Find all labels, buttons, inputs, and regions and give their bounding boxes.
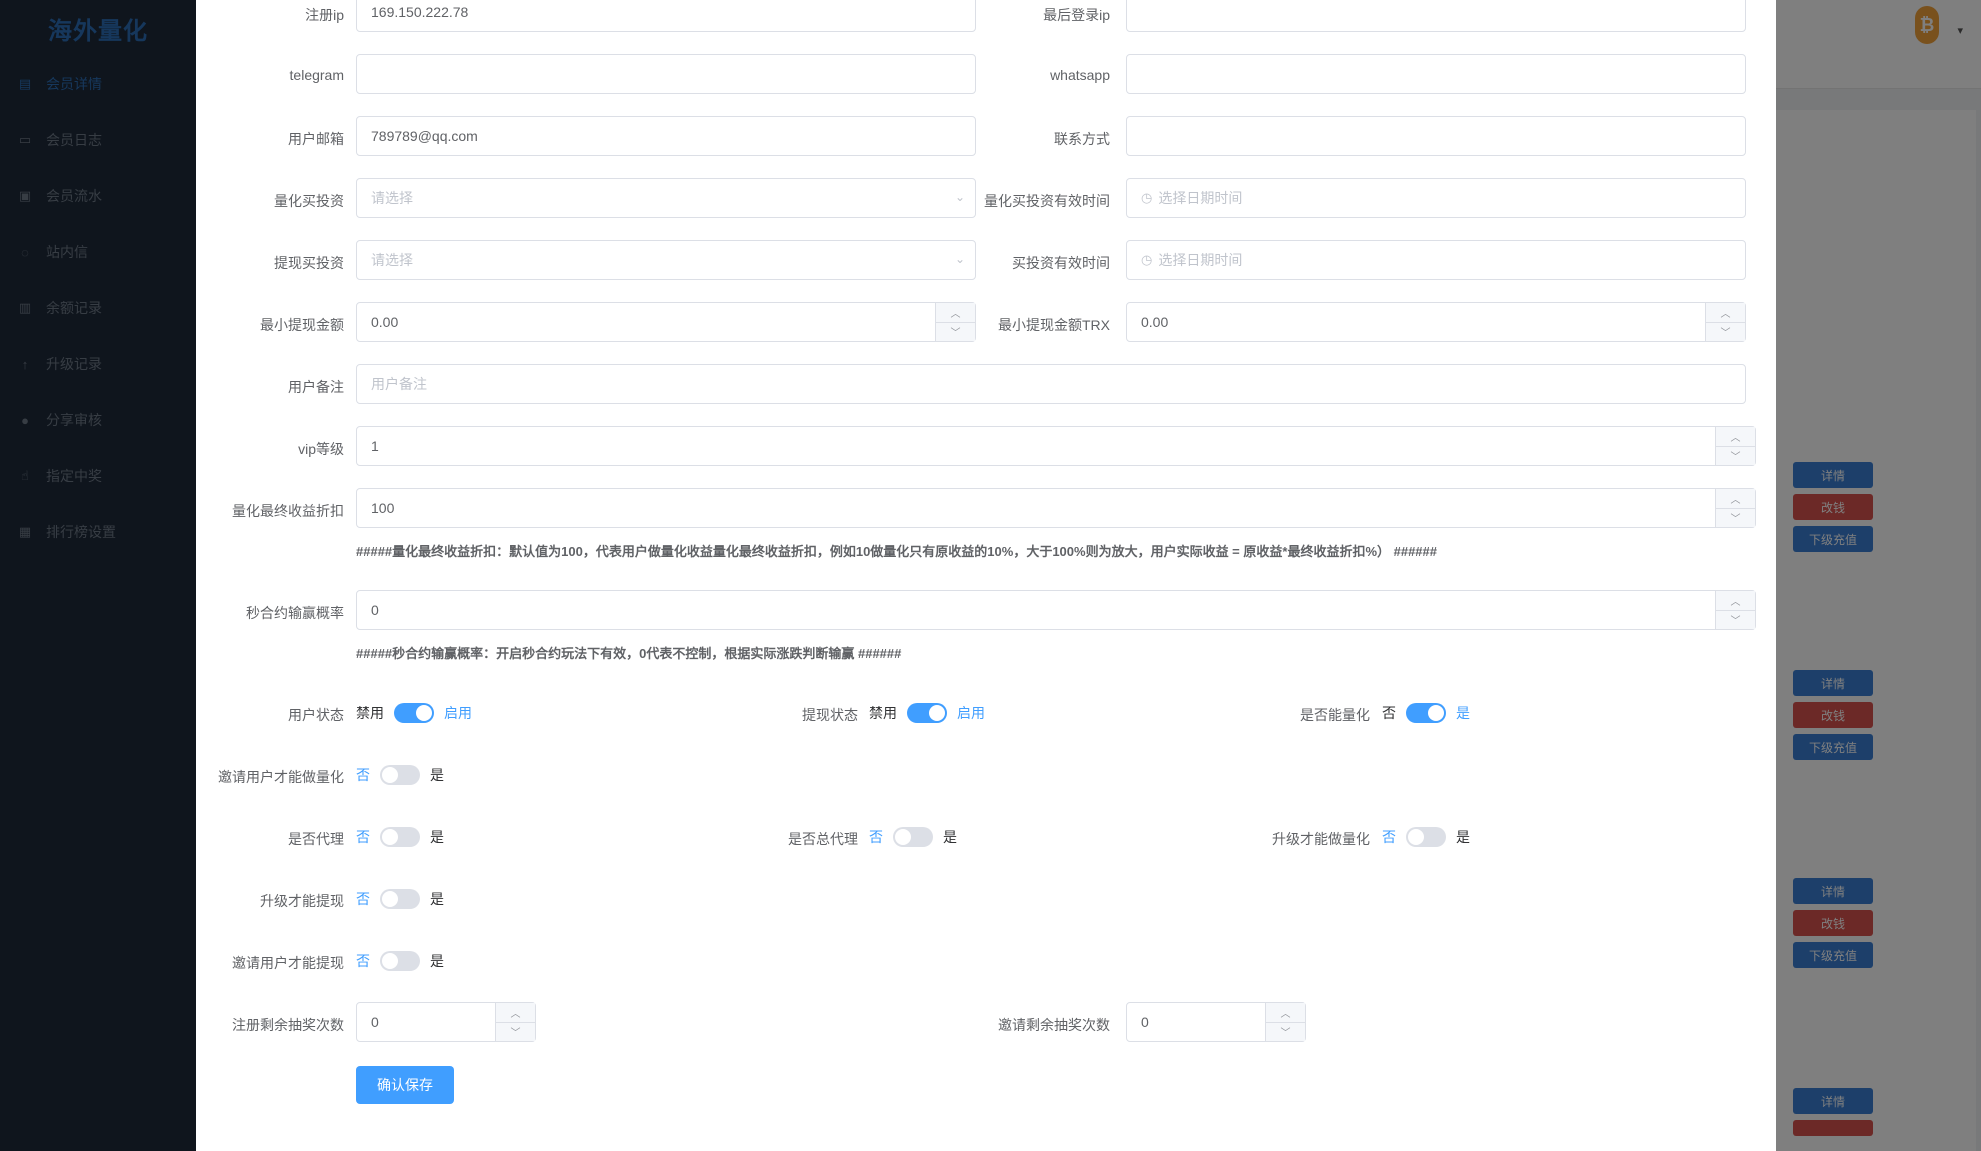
- increase-icon: ︿: [496, 1003, 535, 1023]
- save-button[interactable]: 确认保存: [356, 1066, 454, 1104]
- is-agent-label: 是否代理: [288, 831, 344, 847]
- toggle-switch[interactable]: [380, 951, 420, 971]
- upgrade-quant-label: 升级才能做量化: [1272, 831, 1370, 847]
- toggle-switch[interactable]: [394, 703, 434, 723]
- remark-input[interactable]: 用户备注: [356, 364, 1746, 404]
- increase-icon: ︿: [1716, 489, 1755, 509]
- register-draws-input[interactable]: 0 ︿ ﹀: [356, 1002, 536, 1042]
- decrease-icon: ﹀: [1730, 452, 1741, 464]
- number-stepper[interactable]: ︿ ﹀: [1715, 427, 1755, 465]
- upgrade-quant-switch[interactable]: 否 是: [1382, 827, 1470, 847]
- increase-icon: ︿: [1266, 1003, 1305, 1023]
- decrease-icon: ﹀: [1730, 514, 1741, 526]
- contract-rate-input[interactable]: 0 ︿ ﹀: [356, 590, 1756, 630]
- invest-time-picker[interactable]: ◷ 选择日期时间: [1126, 240, 1746, 280]
- telegram-input[interactable]: [356, 54, 976, 94]
- decrease-icon: ﹀: [1280, 1028, 1291, 1040]
- number-stepper[interactable]: ︿ ﹀: [1715, 591, 1755, 629]
- remark-label: 用户备注: [288, 379, 344, 395]
- can-quant-label: 是否能量化: [1300, 707, 1370, 723]
- withdraw-invest-label: 提现买投资: [274, 255, 344, 271]
- toggle-switch[interactable]: [380, 889, 420, 909]
- contract-rate-hint: #####秒合约输赢概率：开启秒合约玩法下有效，0代表不控制，根据实际涨跌判断输…: [356, 646, 902, 661]
- number-stepper[interactable]: ︿ ﹀: [1265, 1003, 1305, 1041]
- clock-icon: ◷: [1141, 252, 1153, 267]
- upgrade-withdraw-label: 升级才能提现: [260, 893, 344, 909]
- quant-invest-label: 量化买投资: [274, 193, 344, 209]
- withdraw-status-label: 提现状态: [802, 707, 858, 723]
- register-ip-input[interactable]: 169.150.222.78: [356, 0, 976, 32]
- toggle-switch[interactable]: [907, 703, 947, 723]
- telegram-label: telegram: [289, 67, 344, 83]
- min-withdraw-input[interactable]: 0.00 ︿ ﹀: [356, 302, 976, 342]
- email-label: 用户邮箱: [288, 131, 344, 147]
- user-status-label: 用户状态: [288, 707, 344, 723]
- min-withdraw-label: 最小提现金额: [260, 317, 344, 333]
- quant-discount-input[interactable]: 100 ︿ ﹀: [356, 488, 1756, 528]
- withdraw-status-switch[interactable]: 禁用 启用: [869, 703, 985, 723]
- invite-draws-label: 邀请剩余抽奖次数: [998, 1017, 1110, 1033]
- email-input[interactable]: 789789@qq.com: [356, 116, 976, 156]
- toggle-switch[interactable]: [893, 827, 933, 847]
- member-edit-drawer: 注册ip 169.150.222.78 最后登录ip telegram what…: [196, 0, 1776, 1151]
- increase-icon: ︿: [1716, 591, 1755, 611]
- quant-discount-label: 量化最终收益折扣: [232, 503, 344, 519]
- invite-withdraw-switch[interactable]: 否 是: [356, 951, 444, 971]
- toggle-switch[interactable]: [1406, 703, 1446, 723]
- is-agent-switch[interactable]: 否 是: [356, 827, 444, 847]
- contact-label: 联系方式: [1054, 131, 1110, 147]
- quant-invest-select[interactable]: 请选择 ⌄: [356, 178, 976, 218]
- is-general-agent-label: 是否总代理: [788, 831, 858, 847]
- number-stepper[interactable]: ︿ ﹀: [1715, 489, 1755, 527]
- toggle-switch[interactable]: [380, 765, 420, 785]
- whatsapp-label: whatsapp: [1050, 67, 1110, 83]
- quant-invest-time-label: 量化买投资有效时间: [984, 193, 1110, 209]
- toggle-switch[interactable]: [380, 827, 420, 847]
- clock-icon: ◷: [1141, 190, 1153, 205]
- toggle-switch[interactable]: [1406, 827, 1446, 847]
- number-stepper[interactable]: ︿ ﹀: [1705, 303, 1745, 341]
- quant-discount-hint: #####量化最终收益折扣：默认值为100，代表用户做量化收益量化最终收益折扣，…: [356, 544, 1437, 559]
- invite-withdraw-label: 邀请用户才能提现: [232, 955, 344, 971]
- contract-rate-label: 秒合约输赢概率: [246, 605, 344, 621]
- is-general-agent-switch[interactable]: 否 是: [869, 827, 957, 847]
- user-status-switch[interactable]: 禁用 启用: [356, 703, 472, 723]
- increase-icon: ︿: [1716, 427, 1755, 447]
- register-ip-label: 注册ip: [305, 7, 344, 23]
- contact-input[interactable]: [1126, 116, 1746, 156]
- number-stepper[interactable]: ︿ ﹀: [495, 1003, 535, 1041]
- whatsapp-input[interactable]: [1126, 54, 1746, 94]
- decrease-icon: ﹀: [1730, 616, 1741, 628]
- increase-icon: ︿: [1706, 303, 1745, 323]
- withdraw-invest-select[interactable]: 请选择 ⌄: [356, 240, 976, 280]
- upgrade-withdraw-switch[interactable]: 否 是: [356, 889, 444, 909]
- quant-invest-time-picker[interactable]: ◷ 选择日期时间: [1126, 178, 1746, 218]
- invite-quant-switch[interactable]: 否 是: [356, 765, 444, 785]
- min-withdraw-trx-input[interactable]: 0.00 ︿ ﹀: [1126, 302, 1746, 342]
- min-withdraw-trx-label: 最小提现金额TRX: [998, 317, 1110, 333]
- register-draws-label: 注册剩余抽奖次数: [232, 1017, 344, 1033]
- invite-draws-input[interactable]: 0 ︿ ﹀: [1126, 1002, 1306, 1042]
- decrease-icon: ﹀: [1720, 328, 1731, 340]
- decrease-icon: ﹀: [510, 1028, 521, 1040]
- vip-level-input[interactable]: 1 ︿ ﹀: [356, 426, 1756, 466]
- invest-time-label: 买投资有效时间: [1012, 255, 1110, 271]
- last-login-ip-label: 最后登录ip: [1043, 7, 1110, 23]
- last-login-ip-input[interactable]: [1126, 0, 1746, 32]
- vip-level-label: vip等级: [298, 441, 344, 457]
- can-quant-switch[interactable]: 否 是: [1382, 703, 1470, 723]
- invite-quant-label: 邀请用户才能做量化: [218, 769, 344, 785]
